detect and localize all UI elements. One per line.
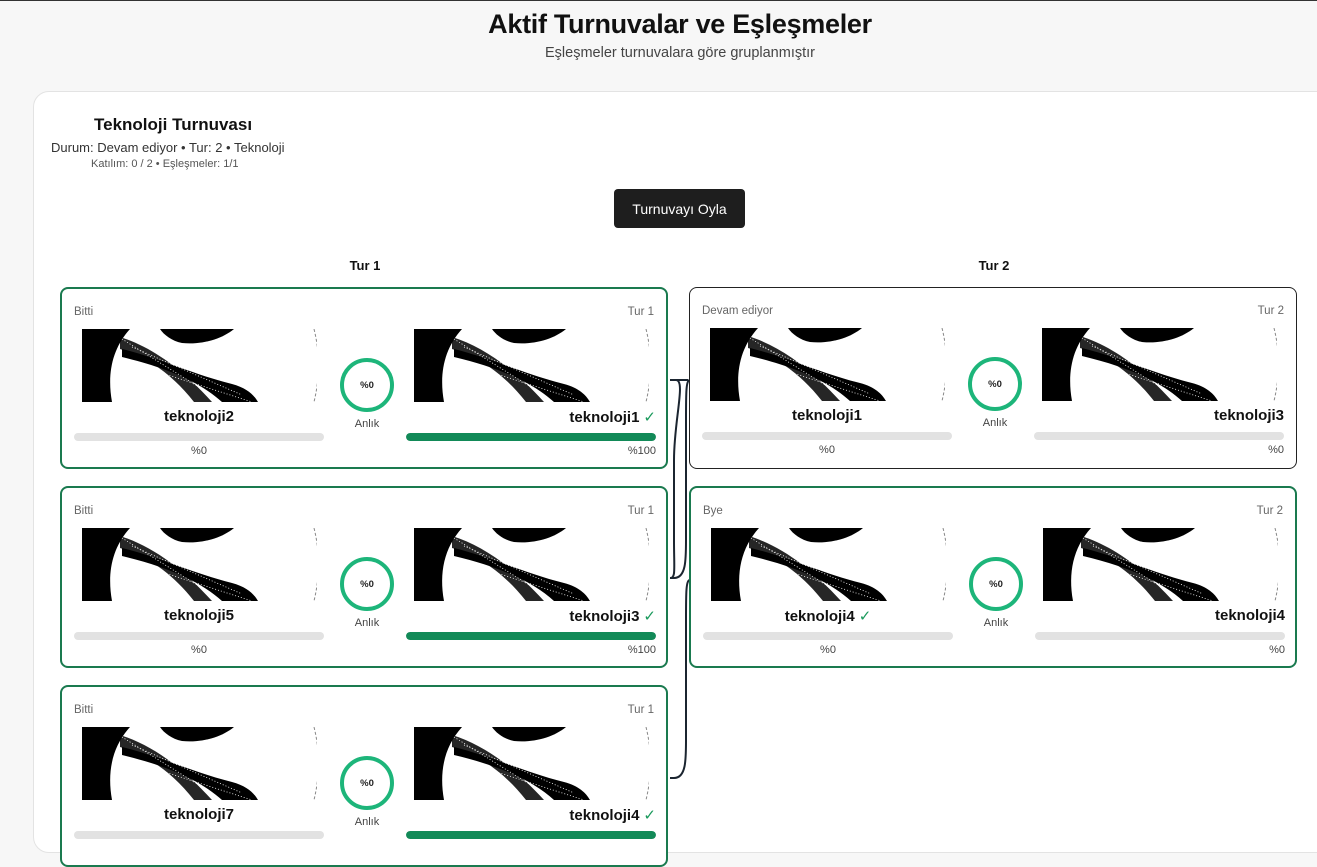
entrant-image bbox=[82, 329, 317, 402]
vote-progress-fill bbox=[406, 632, 656, 640]
entrant-name: teknoloji4 bbox=[1214, 607, 1285, 624]
vote-percentage: %0 bbox=[820, 644, 836, 656]
vote-progress-fill bbox=[406, 433, 656, 441]
vote-progress-bar bbox=[406, 433, 656, 441]
entrant-name: teknoloji2 bbox=[163, 408, 234, 425]
winner-check-icon: ✓ bbox=[643, 409, 656, 426]
entrant-left[interactable]: teknoloji7 bbox=[74, 727, 324, 857]
entrant-name: teknoloji3 bbox=[1213, 407, 1284, 424]
entrant-name: teknoloji4 ✓ bbox=[784, 608, 872, 625]
live-vote-gauge: %0 bbox=[340, 557, 394, 611]
entrant-image bbox=[82, 528, 317, 601]
match-card[interactable]: Bitti Tur 1 teknoloji7 teknoloji4 ✓ %0 Anlık bbox=[60, 685, 668, 867]
entrant-artwork bbox=[414, 727, 649, 800]
entrant-right[interactable]: teknoloji3 %0 bbox=[1034, 328, 1284, 458]
match-round: Tur 2 bbox=[1257, 305, 1284, 317]
vote-percentage: %0 bbox=[1269, 644, 1285, 656]
vote-progress-bar bbox=[406, 632, 656, 640]
match-status: Devam ediyor bbox=[702, 305, 773, 317]
entrant-name: teknoloji1 ✓ bbox=[569, 409, 656, 426]
entrant-image bbox=[414, 528, 649, 601]
entrant-artwork bbox=[414, 329, 649, 402]
vote-progress-bar bbox=[406, 831, 656, 839]
match-status: Bye bbox=[703, 505, 723, 517]
live-vote-gauge: %0 bbox=[969, 557, 1023, 611]
entrant-left[interactable]: teknoloji2 %0 bbox=[74, 329, 324, 459]
gauge-label: Anlık bbox=[983, 617, 1009, 629]
vote-percentage: %0 bbox=[191, 644, 207, 656]
match-round: Tur 1 bbox=[627, 306, 654, 318]
entrant-image bbox=[1043, 528, 1278, 601]
gauge-label: Anlık bbox=[354, 816, 380, 828]
vote-percentage: %0 bbox=[819, 444, 835, 456]
vote-percentage: %100 bbox=[627, 445, 656, 457]
gauge-label: Anlık bbox=[354, 617, 380, 629]
live-vote-gauge: %0 bbox=[340, 358, 394, 412]
vote-percentage: %0 bbox=[191, 445, 207, 457]
entrant-artwork bbox=[1043, 528, 1278, 601]
entrant-artwork bbox=[82, 528, 317, 601]
entrant-image bbox=[82, 727, 317, 800]
entrant-name: teknoloji7 bbox=[163, 806, 234, 823]
match-status: Bitti bbox=[74, 704, 94, 716]
entrant-left[interactable]: teknoloji1 %0 bbox=[702, 328, 952, 458]
entrant-right[interactable]: teknoloji4 %0 bbox=[1035, 528, 1285, 658]
entrant-artwork bbox=[82, 727, 317, 800]
vote-percentage: %100 bbox=[627, 644, 656, 656]
live-vote-gauge: %0 bbox=[340, 756, 394, 810]
gauge-label: Anlık bbox=[354, 418, 380, 430]
entrant-left[interactable]: teknoloji5 %0 bbox=[74, 528, 324, 658]
match-round: Tur 1 bbox=[627, 704, 654, 716]
vote-progress-bar bbox=[703, 632, 953, 640]
gauge-label: Anlık bbox=[982, 417, 1008, 429]
entrant-artwork bbox=[414, 528, 649, 601]
entrant-artwork bbox=[82, 329, 317, 402]
vote-progress-fill bbox=[406, 831, 656, 839]
entrant-name: teknoloji3 ✓ bbox=[569, 608, 656, 625]
winner-check-icon: ✓ bbox=[643, 807, 656, 824]
entrant-image bbox=[414, 727, 649, 800]
vote-progress-bar bbox=[1035, 632, 1285, 640]
entrant-artwork bbox=[710, 328, 945, 401]
live-vote-gauge: %0 bbox=[968, 357, 1022, 411]
vote-percentage: %0 bbox=[1268, 444, 1284, 456]
entrant-image bbox=[414, 329, 649, 402]
match-status: Bitti bbox=[74, 306, 94, 318]
match-card[interactable]: Bitti Tur 1 teknoloji2 %0 teknoloji1 ✓ %100%… bbox=[60, 287, 668, 469]
match-round: Tur 1 bbox=[627, 505, 654, 517]
match-card[interactable]: Bye Tur 2 teknoloji4 ✓ %0 teknoloji4 %0 %0 Anl… bbox=[689, 486, 1297, 668]
entrant-image bbox=[710, 328, 945, 401]
match-status: Bitti bbox=[74, 505, 94, 517]
entrant-image bbox=[711, 528, 946, 601]
entrant-artwork bbox=[711, 528, 946, 601]
entrant-name: teknoloji1 bbox=[791, 407, 862, 424]
match-round: Tur 2 bbox=[1256, 505, 1283, 517]
match-card[interactable]: Devam ediyor Tur 2 teknoloji1 %0 teknoloji… bbox=[689, 287, 1297, 469]
entrant-right[interactable]: teknoloji3 ✓ %100 bbox=[406, 528, 656, 658]
vote-progress-bar bbox=[74, 433, 324, 441]
winner-check-icon: ✓ bbox=[643, 608, 656, 625]
entrant-name: teknoloji5 bbox=[163, 607, 234, 624]
match-card[interactable]: Bitti Tur 1 teknoloji5 %0 teknoloji3 ✓ %100%… bbox=[60, 486, 668, 668]
entrant-right[interactable]: teknoloji4 ✓ bbox=[406, 727, 656, 857]
winner-check-icon: ✓ bbox=[858, 608, 872, 625]
entrant-right[interactable]: teknoloji1 ✓ %100 bbox=[406, 329, 656, 459]
entrant-image bbox=[1042, 328, 1277, 401]
entrant-artwork bbox=[1042, 328, 1277, 401]
vote-progress-bar bbox=[702, 432, 952, 440]
vote-progress-bar bbox=[1034, 432, 1284, 440]
vote-progress-bar bbox=[74, 831, 324, 839]
entrant-left[interactable]: teknoloji4 ✓ %0 bbox=[703, 528, 953, 658]
entrant-name: teknoloji4 ✓ bbox=[569, 807, 656, 824]
vote-progress-bar bbox=[74, 632, 324, 640]
